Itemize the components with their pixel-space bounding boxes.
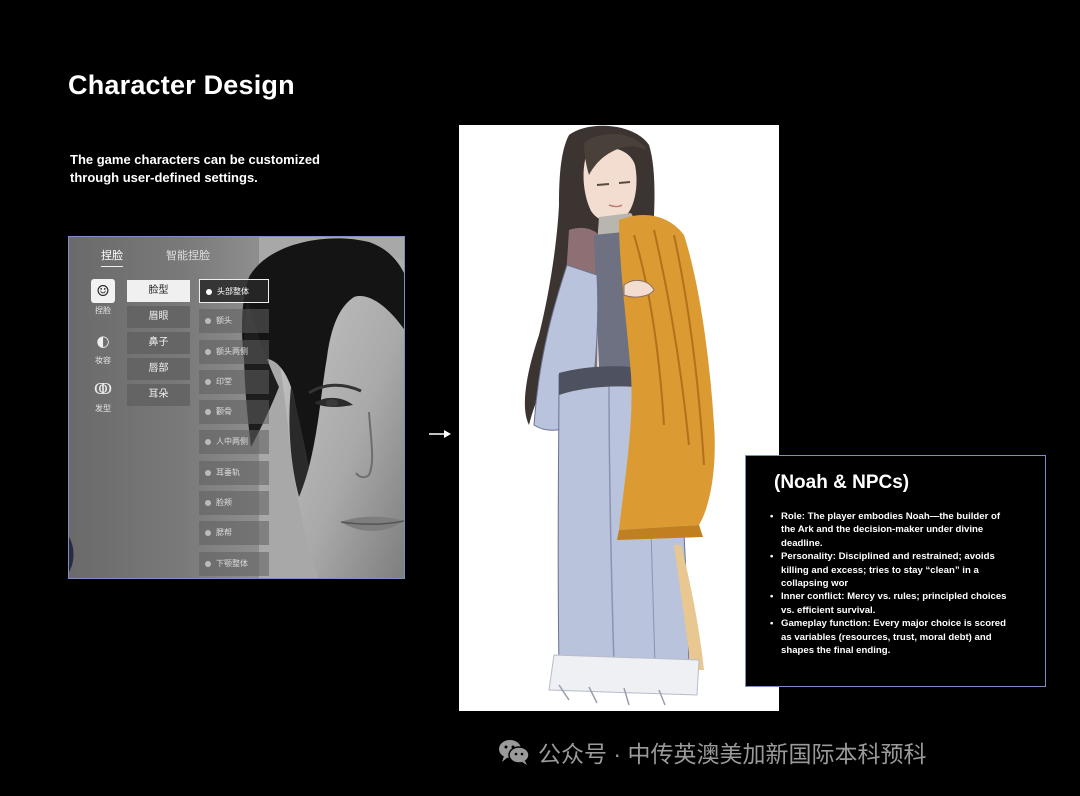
list-item: Personality: Disciplined and restrained;…	[768, 550, 1010, 590]
sub-part-label: 下颚整体	[216, 558, 248, 568]
dot-icon	[206, 289, 212, 295]
page-subtitle: The game characters can be customized th…	[70, 152, 320, 185]
sub-part-item[interactable]: 头部整体	[199, 279, 269, 303]
character-traits-list: Role: The player embodies Noah—the build…	[768, 510, 1010, 657]
noah-character-illustration	[459, 125, 779, 711]
wechat-icon	[499, 740, 530, 765]
sub-part-label: 额头	[216, 316, 232, 326]
face-part-item[interactable]: 脸型	[127, 280, 190, 302]
sub-part-label: 腮帮	[216, 528, 232, 538]
list-item: Gameplay function: Every major choice is…	[768, 617, 1010, 657]
top-tabs: 捏脸 智能捏脸	[69, 237, 404, 267]
character-info-card: (Noah & NPCs) Role: The player embodies …	[745, 455, 1046, 687]
list-item: Inner conflict: Mercy vs. rules; princip…	[768, 590, 1010, 617]
category-face[interactable]: ☺ 捏脸	[83, 279, 123, 316]
character-customization-screenshot: 捏脸 智能捏脸 ☺ 捏脸 ◐ 妆容 ↂ 发型 脸型 眉眼 鼻子 唇部 耳朵 头部…	[68, 236, 405, 579]
face-icon: ☺	[91, 279, 115, 303]
category-hair-label: 发型	[95, 404, 111, 413]
card-title: (Noah & NPCs)	[774, 472, 910, 493]
sub-part-label: 头部整体	[217, 287, 249, 296]
sub-part-item[interactable]: 额头两侧	[199, 339, 269, 364]
sub-part-item[interactable]: 颧骨	[199, 400, 269, 425]
dot-icon	[205, 560, 211, 567]
sub-part-label: 额头两侧	[216, 346, 248, 356]
watermark-text: 公众号 · 中传英澳美加新国际本科预科	[538, 741, 927, 767]
dot-icon	[205, 378, 211, 385]
sub-part-list: 头部整体 额头 额头两侧 印堂 颧骨 人中两侧 耳垂轨 脸颊 腮帮 下颚整体	[199, 279, 269, 578]
sub-part-item[interactable]: 腮帮	[199, 521, 269, 546]
page-title: Character Design	[68, 70, 295, 100]
list-item: Role: The player embodies Noah—the build…	[768, 510, 1010, 550]
face-part-item[interactable]: 鼻子	[127, 332, 190, 354]
dot-icon	[205, 348, 211, 355]
dot-icon	[205, 500, 211, 507]
sub-part-item[interactable]: 印堂	[199, 369, 269, 394]
watermark: 公众号 · 中传英澳美加新国际本科预科	[498, 732, 926, 772]
sub-part-item[interactable]: 耳垂轨	[199, 460, 269, 485]
sub-part-label: 脸颊	[216, 498, 232, 508]
makeup-icon: ◐	[96, 332, 110, 350]
category-face-label: 捏脸	[95, 306, 111, 315]
sub-part-label: 印堂	[216, 376, 232, 386]
category-makeup[interactable]: ◐ 妆容	[83, 329, 123, 366]
sub-part-item[interactable]: 脸颊	[199, 491, 269, 516]
dot-icon	[205, 469, 211, 476]
character-drawing	[524, 125, 715, 706]
category-hair[interactable]: ↂ 发型	[83, 377, 123, 414]
dot-icon	[205, 530, 211, 537]
sub-part-label: 颧骨	[216, 407, 232, 417]
category-makeup-label: 妆容	[95, 356, 111, 365]
face-part-list: 脸型 眉眼 鼻子 唇部 耳朵	[127, 280, 190, 410]
hair-icon: ↂ	[93, 380, 113, 398]
sub-part-label: 耳垂轨	[216, 467, 240, 477]
face-part-item[interactable]: 眉眼	[127, 306, 190, 328]
sub-part-label: 人中两侧	[216, 437, 248, 447]
tab-face-sculpt[interactable]: 捏脸	[101, 247, 123, 267]
dot-icon	[205, 318, 211, 325]
face-part-item[interactable]: 唇部	[127, 358, 190, 380]
sub-part-item[interactable]: 额头	[199, 309, 269, 334]
sub-part-item[interactable]: 下颚整体	[199, 551, 269, 576]
tab-smart-face-sculpt[interactable]: 智能捏脸	[166, 247, 210, 263]
dot-icon	[205, 439, 211, 446]
arrow-right-icon	[429, 430, 451, 438]
dot-icon	[205, 409, 211, 416]
face-part-item[interactable]: 耳朵	[127, 384, 190, 406]
sub-part-item[interactable]: 人中两侧	[199, 430, 269, 455]
